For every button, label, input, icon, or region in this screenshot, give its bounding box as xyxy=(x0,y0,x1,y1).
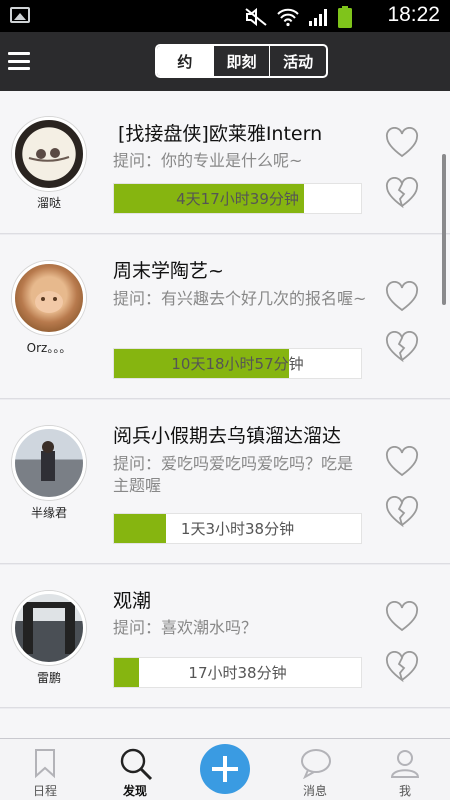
avatar[interactable] xyxy=(12,117,86,191)
list-item[interactable]: 半缘君 阅兵小假期去乌镇溜达溜达 提问：爱吃吗爱吃吗爱吃吗？吃是主题喔 1天3小… xyxy=(0,400,450,564)
countdown-text: 17小时38分钟 xyxy=(188,664,287,682)
user-name: 雷鹏 xyxy=(36,671,61,685)
tab-appointment[interactable]: 约 xyxy=(157,46,213,76)
item-question: 提问：有兴趣去个好几次的报名喔~ xyxy=(113,289,367,308)
tab-instant[interactable]: 即刻 xyxy=(212,46,270,76)
user-name: 半缘君 xyxy=(30,506,67,520)
menu-icon[interactable] xyxy=(8,50,30,72)
broken-heart-icon[interactable] xyxy=(385,331,419,363)
user-name: 溜哒 xyxy=(36,196,61,210)
plus-icon xyxy=(212,756,238,782)
nav-schedule[interactable]: 日程 xyxy=(0,739,90,800)
countdown-text: 10天18小时57分钟 xyxy=(171,355,304,373)
nav-discover[interactable]: 发现 xyxy=(90,739,180,800)
nav-label: 消息 xyxy=(302,784,327,798)
item-question: 提问：爱吃吗爱吃吗爱吃吗？吃是主题喔 xyxy=(113,454,354,495)
countdown-bar: 1天3小时38分钟 xyxy=(113,513,362,544)
chat-bubble-icon xyxy=(301,749,331,779)
scrollbar[interactable] xyxy=(442,154,446,305)
search-icon xyxy=(120,748,153,781)
nav-label: 发现 xyxy=(122,784,147,798)
bookmark-icon xyxy=(35,749,55,779)
nav-label: 日程 xyxy=(32,784,57,798)
nav-label: 我 xyxy=(398,784,411,798)
item-title: [找接盘侠]欧莱雅Intern xyxy=(118,123,323,145)
list-item[interactable]: 雷鹏 观潮 提问：喜欢潮水吗？ 17小时38分钟 xyxy=(0,565,450,708)
status-bar: 18:22 xyxy=(0,0,450,32)
avatar[interactable] xyxy=(12,591,86,665)
person-icon xyxy=(390,750,420,778)
avatar[interactable] xyxy=(12,261,86,335)
nav-me[interactable]: 我 xyxy=(360,739,450,800)
broken-heart-icon[interactable] xyxy=(385,177,419,209)
countdown-bar: 4天17小时39分钟 xyxy=(113,183,362,214)
image-icon xyxy=(10,7,30,23)
nav-messages[interactable]: 消息 xyxy=(270,739,360,800)
item-title: 周末学陶艺~ xyxy=(113,260,224,282)
heart-icon[interactable] xyxy=(385,281,419,313)
list-item[interactable]: Orz。。。 周末学陶艺~ 提问：有兴趣去个好几次的报名喔~ 10天18小时57… xyxy=(0,235,450,399)
segment-tabs: 约 即刻 活动 xyxy=(155,44,328,78)
clock: 18:22 xyxy=(387,3,440,26)
system-icons xyxy=(244,6,352,28)
signal-icon xyxy=(309,9,327,26)
app-header: 约 即刻 活动 xyxy=(0,32,450,91)
countdown-text: 4天17小时39分钟 xyxy=(176,190,299,208)
item-title: 阅兵小假期去乌镇溜达溜达 xyxy=(113,425,342,447)
bottom-nav: 日程 发现 消息 我 xyxy=(0,738,450,800)
item-title: 观潮 xyxy=(113,590,152,612)
add-button[interactable] xyxy=(200,744,250,794)
countdown-text: 1天3小时38分钟 xyxy=(180,520,295,538)
broken-heart-icon[interactable] xyxy=(385,651,419,683)
countdown-bar: 10天18小时57分钟 xyxy=(113,348,362,379)
mute-icon xyxy=(245,7,267,27)
countdown-bar: 17小时38分钟 xyxy=(113,657,362,688)
heart-icon[interactable] xyxy=(385,446,419,478)
item-question: 提问：你的专业是什么呢~ xyxy=(113,151,303,170)
avatar[interactable] xyxy=(12,426,86,500)
item-question: 提问：喜欢潮水吗？ xyxy=(113,618,258,637)
user-name: Orz。。。 xyxy=(26,341,72,355)
broken-heart-icon[interactable] xyxy=(385,496,419,528)
battery-icon xyxy=(338,6,352,28)
list-item[interactable]: 溜哒 [找接盘侠]欧莱雅Intern 提问：你的专业是什么呢~ 4天17小时39… xyxy=(0,91,450,234)
invitation-list[interactable]: 溜哒 [找接盘侠]欧莱雅Intern 提问：你的专业是什么呢~ 4天17小时39… xyxy=(0,91,450,738)
tab-events[interactable]: 活动 xyxy=(269,46,326,76)
heart-icon[interactable] xyxy=(385,601,419,633)
list-item[interactable] xyxy=(0,709,450,738)
heart-icon[interactable] xyxy=(385,127,419,159)
wifi-icon xyxy=(277,8,299,27)
